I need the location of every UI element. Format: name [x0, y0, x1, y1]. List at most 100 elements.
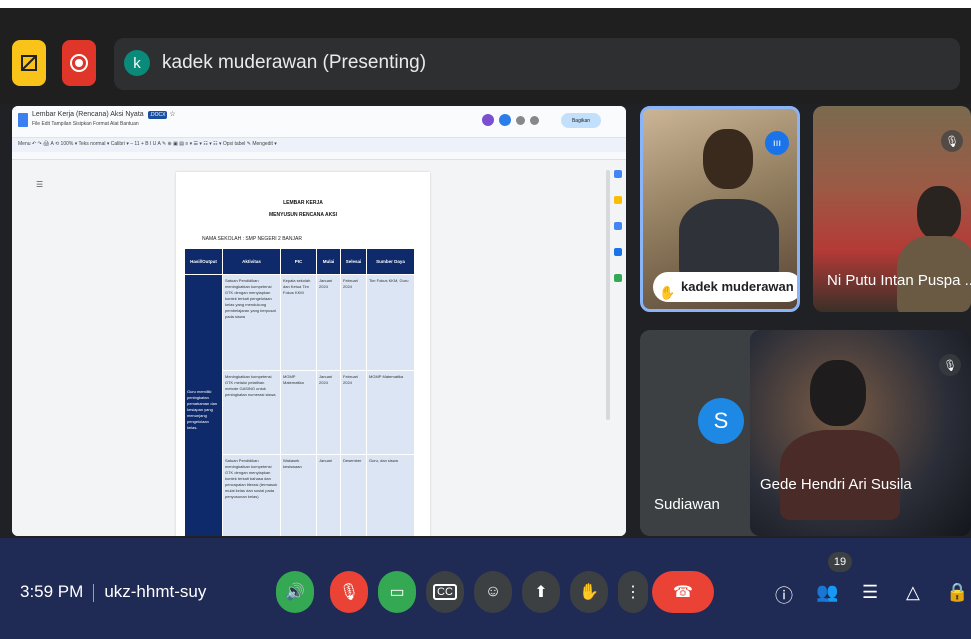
host-controls-button[interactable]: 🔒 [946, 582, 968, 603]
contacts-icon[interactable] [614, 248, 622, 256]
maps-icon[interactable] [614, 274, 622, 282]
table-cell: Februari 2024 [340, 274, 367, 371]
outline-icon[interactable]: ☰ [36, 180, 43, 189]
top-bar: k kadek muderawan (Presenting) [0, 8, 971, 104]
meeting-details-button[interactable]: ⓘ [775, 582, 793, 608]
table-cell: MGMP Matematika [280, 370, 317, 455]
table-cell: Februari 2024 [340, 370, 367, 455]
table-cell: Satuan Pendidikan meningkatkan kompetens… [222, 454, 281, 536]
docs-header: Lembar Kerja (Rencana) Aksi Nyata .DOCX … [12, 106, 626, 138]
docx-badge: .DOCX [147, 111, 168, 119]
doc-ruler [12, 152, 626, 160]
doc-menu-bar[interactable]: File Edit Tampilan Sisipkan Format Alat … [32, 121, 139, 127]
column-header: Hasil/Output [184, 248, 223, 275]
raise-hand-button[interactable]: ✋ [570, 571, 608, 613]
column-header: PIC [280, 248, 317, 275]
captions-icon: CC [433, 584, 457, 600]
docs-side-panel [611, 160, 626, 536]
mic-off-icon: 🎙 [338, 584, 360, 601]
participant-video [679, 199, 779, 279]
camera-icon: ▭ [389, 584, 405, 601]
participant-tile[interactable]: 🎙 Ni Putu Intan Puspa ... [813, 106, 971, 312]
clock-time: 3:59 PM [20, 582, 84, 601]
presenting-banner: k kadek muderawan (Presenting) [114, 38, 960, 90]
leave-call-button[interactable]: ☎ [652, 571, 714, 613]
doc-canvas: ☰ LEMBAR KERJA MENYUSUN RENCANA AKSI NAM… [12, 160, 626, 536]
action-plan-table: Hasil/Output Aktivitas PIC Mulai Selesai… [184, 248, 415, 536]
tasks-icon[interactable] [614, 222, 622, 230]
calendar-icon[interactable] [614, 170, 622, 178]
shared-screen: Lembar Kerja (Rencana) Aksi Nyata .DOCX … [12, 106, 626, 536]
volume-icon: 🔊 [285, 584, 305, 601]
chat-icon: ☰ [862, 582, 879, 602]
mic-off-icon: 🎙 [941, 130, 963, 152]
comment-icon[interactable] [530, 116, 539, 125]
participant-name: kadek muderawan [681, 279, 794, 294]
doc-scrollbar[interactable] [606, 170, 610, 420]
camera-button[interactable]: ▭ [378, 571, 416, 613]
present-icon: ⬆ [534, 584, 548, 601]
activities-button[interactable]: △ [906, 582, 920, 603]
top-strip [0, 0, 971, 8]
table-cell: Satuan Pendidikan meningkatkan kompetens… [222, 274, 281, 371]
more-vert-icon: ⋮ [625, 584, 641, 601]
people-icon: 👥 [816, 582, 839, 602]
table-header-row: Hasil/Output Aktivitas PIC Mulai Selesai… [184, 248, 415, 275]
record-icon [70, 54, 88, 72]
more-options-button[interactable]: ⋮ [618, 571, 648, 613]
table-cell: Wakasek kesiswaan [280, 454, 317, 536]
mic-button[interactable]: 🎙 [330, 571, 368, 613]
share-button[interactable]: Bagikan [561, 113, 601, 128]
viewer-avatar [482, 114, 494, 126]
participant-avatar: S [698, 398, 744, 444]
star-icon[interactable]: ☆ [169, 111, 175, 118]
doc-heading-1: LEMBAR KERJA [283, 200, 323, 206]
participant-tile[interactable]: 🎙 Gede Hendri Ari Susila [750, 330, 971, 536]
column-header: Mulai [316, 248, 341, 275]
doc-title[interactable]: Lembar Kerja (Rencana) Aksi Nyata [32, 111, 144, 118]
keep-icon[interactable] [614, 196, 622, 204]
participant-video [917, 186, 961, 240]
speaker-button[interactable]: 🔊 [276, 571, 314, 613]
table-cell: MGMP Matematika [366, 370, 415, 455]
output-cell: Guru memiliki peningkatan pemahaman dan … [184, 274, 223, 536]
history-icon[interactable] [516, 116, 525, 125]
meeting-code: ukz-hhmt-suy [104, 582, 207, 601]
emoji-button[interactable]: ☺ [474, 571, 512, 613]
docs-logo-icon [18, 113, 28, 127]
participant-name: Gede Hendri Ari Susila [760, 476, 912, 493]
hangup-icon: ☎ [673, 584, 693, 601]
present-button[interactable]: ⬆ [522, 571, 560, 613]
captions-button[interactable]: CC [426, 571, 464, 613]
table-cell: Januari 2024 [316, 370, 341, 455]
emoji-icon: ☺ [484, 583, 502, 600]
table-cell: Meningkatkan kompetensi GTK melalui pela… [222, 370, 281, 455]
speaking-indicator-icon: ııı [765, 131, 789, 155]
people-button[interactable]: 👥 [816, 582, 838, 603]
participant-name: Ni Putu Intan Puspa ... [827, 272, 971, 289]
layout-button[interactable] [12, 40, 46, 86]
hand-icon: ✋ [579, 584, 599, 601]
column-header: Selesai [340, 248, 367, 275]
table-cell: Tim Fokus KKM, Guru [366, 274, 415, 371]
record-button[interactable] [62, 40, 96, 86]
meeting-info: 3:59 PM ukz-hhmt-suy [20, 582, 206, 602]
chat-button[interactable]: ☰ [862, 582, 878, 603]
presenter-avatar: k [124, 50, 150, 76]
doc-page: LEMBAR KERJA MENYUSUN RENCANA AKSI NAMA … [176, 172, 430, 536]
participant-tile[interactable]: ııı ✋ kadek muderawan [640, 106, 800, 312]
divider [93, 583, 95, 602]
people-count-badge: 19 [828, 552, 852, 572]
share-label: Bagikan [571, 117, 591, 124]
raised-hand-icon: ✋ [659, 285, 676, 300]
doc-header-icons [482, 114, 539, 126]
table-cell: Januari [316, 454, 341, 536]
participant-name: Sudiawan [654, 496, 720, 513]
layout-icon [21, 55, 37, 71]
column-header: Aktivitas [222, 248, 281, 275]
table-cell: Kepala sekolah dan Ketua Tim Fokus KKM [280, 274, 317, 371]
participant-video [703, 129, 753, 189]
column-header: Sumber Daya [366, 248, 415, 275]
doc-toolbar[interactable]: Menu ↶ ↷ 🖨 A ⟲ 100% ▾ Teks normal ▾ Cali… [12, 138, 626, 152]
table-cell: Januari 2024 [316, 274, 341, 371]
